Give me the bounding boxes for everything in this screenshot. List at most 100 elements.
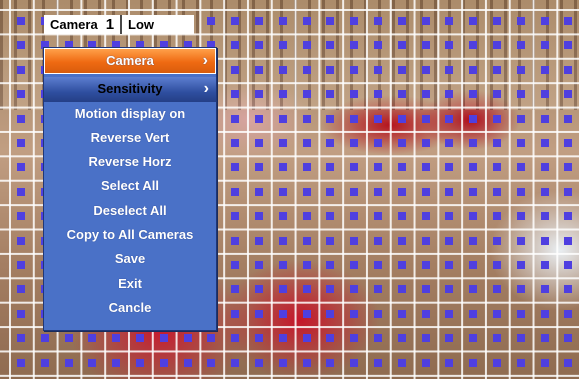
motion-cell[interactable]: [302, 285, 311, 294]
motion-cell[interactable]: [493, 261, 501, 269]
motion-cell[interactable]: [445, 285, 454, 294]
motion-cell[interactable]: [397, 90, 406, 99]
motion-cell[interactable]: [516, 90, 525, 99]
motion-cell[interactable]: [397, 334, 406, 343]
motion-cell[interactable]: [421, 261, 430, 269]
motion-cell[interactable]: [302, 309, 311, 318]
motion-cell[interactable]: [469, 17, 478, 25]
menu-item-camera[interactable]: Camera ›: [44, 48, 216, 75]
motion-cell[interactable]: [183, 334, 192, 343]
motion-cell[interactable]: [564, 285, 573, 294]
motion-cell[interactable]: [564, 65, 573, 74]
motion-cell[interactable]: [278, 65, 287, 74]
motion-cell[interactable]: [564, 236, 573, 245]
motion-cell[interactable]: [255, 261, 263, 269]
motion-cell[interactable]: [326, 65, 335, 74]
motion-cell[interactable]: [374, 309, 382, 318]
motion-cell[interactable]: [159, 358, 168, 367]
motion-cell[interactable]: [469, 309, 478, 318]
motion-cell[interactable]: [88, 334, 97, 343]
motion-cell[interactable]: [255, 65, 263, 74]
menu-item-save[interactable]: Save: [44, 247, 216, 271]
motion-cell[interactable]: [64, 334, 73, 343]
motion-cell[interactable]: [278, 114, 287, 123]
motion-cell[interactable]: [326, 41, 335, 50]
motion-cell[interactable]: [469, 90, 478, 99]
motion-cell[interactable]: [516, 139, 525, 147]
motion-cell[interactable]: [516, 187, 525, 196]
motion-cell[interactable]: [112, 334, 121, 343]
motion-cell[interactable]: [17, 285, 25, 294]
motion-cell[interactable]: [421, 17, 430, 25]
motion-cell[interactable]: [231, 139, 240, 147]
motion-cell[interactable]: [326, 285, 335, 294]
motion-cell[interactable]: [231, 90, 240, 99]
motion-cell[interactable]: [231, 187, 240, 196]
motion-cell[interactable]: [445, 334, 454, 343]
motion-cell[interactable]: [278, 139, 287, 147]
motion-cell[interactable]: [302, 65, 311, 74]
motion-cell[interactable]: [278, 187, 287, 196]
motion-cell[interactable]: [231, 261, 240, 269]
motion-cell[interactable]: [374, 139, 382, 147]
motion-cell[interactable]: [469, 334, 478, 343]
motion-cell[interactable]: [255, 309, 263, 318]
motion-cell[interactable]: [564, 114, 573, 123]
motion-cell[interactable]: [564, 163, 573, 172]
menu-item-deselect-all[interactable]: Deselect All: [44, 199, 216, 223]
motion-cell[interactable]: [445, 163, 454, 172]
motion-cell[interactable]: [445, 17, 454, 25]
motion-cell[interactable]: [469, 236, 478, 245]
motion-cell[interactable]: [493, 285, 501, 294]
motion-cell[interactable]: [255, 41, 263, 50]
motion-cell[interactable]: [516, 334, 525, 343]
motion-cell[interactable]: [302, 212, 311, 221]
menu-item-copy-to-all[interactable]: Copy to All Cameras: [44, 223, 216, 247]
motion-cell[interactable]: [40, 358, 49, 367]
motion-cell[interactable]: [374, 358, 382, 367]
motion-cell[interactable]: [445, 236, 454, 245]
motion-cell[interactable]: [374, 236, 382, 245]
motion-cell[interactable]: [397, 236, 406, 245]
motion-cell[interactable]: [397, 309, 406, 318]
motion-cell[interactable]: [255, 163, 263, 172]
motion-cell[interactable]: [326, 261, 335, 269]
motion-cell[interactable]: [540, 41, 549, 50]
motion-cell[interactable]: [231, 163, 240, 172]
motion-cell[interactable]: [516, 261, 525, 269]
motion-cell[interactable]: [278, 17, 287, 25]
motion-cell[interactable]: [374, 163, 382, 172]
motion-cell[interactable]: [88, 358, 97, 367]
motion-cell[interactable]: [278, 358, 287, 367]
motion-cell[interactable]: [374, 212, 382, 221]
motion-cell[interactable]: [374, 41, 382, 50]
motion-cell[interactable]: [302, 17, 311, 25]
motion-cell[interactable]: [17, 114, 25, 123]
motion-cell[interactable]: [278, 261, 287, 269]
motion-cell[interactable]: [516, 285, 525, 294]
motion-cell[interactable]: [516, 236, 525, 245]
motion-cell[interactable]: [469, 212, 478, 221]
motion-cell[interactable]: [255, 139, 263, 147]
motion-cell[interactable]: [540, 236, 549, 245]
motion-cell[interactable]: [302, 163, 311, 172]
menu-item-exit[interactable]: Exit: [44, 272, 216, 296]
motion-cell[interactable]: [540, 212, 549, 221]
motion-cell[interactable]: [350, 334, 359, 343]
motion-cell[interactable]: [207, 334, 216, 343]
motion-cell[interactable]: [493, 163, 501, 172]
motion-cell[interactable]: [469, 285, 478, 294]
motion-cell[interactable]: [231, 212, 240, 221]
motion-cell[interactable]: [17, 41, 25, 50]
motion-cell[interactable]: [17, 212, 25, 221]
motion-cell[interactable]: [493, 309, 501, 318]
motion-cell[interactable]: [421, 236, 430, 245]
motion-cell[interactable]: [564, 139, 573, 147]
motion-cell[interactable]: [421, 358, 430, 367]
motion-cell[interactable]: [326, 114, 335, 123]
motion-cell[interactable]: [326, 309, 335, 318]
motion-cell[interactable]: [421, 114, 430, 123]
motion-cell[interactable]: [17, 236, 25, 245]
motion-cell[interactable]: [397, 212, 406, 221]
motion-cell[interactable]: [397, 285, 406, 294]
